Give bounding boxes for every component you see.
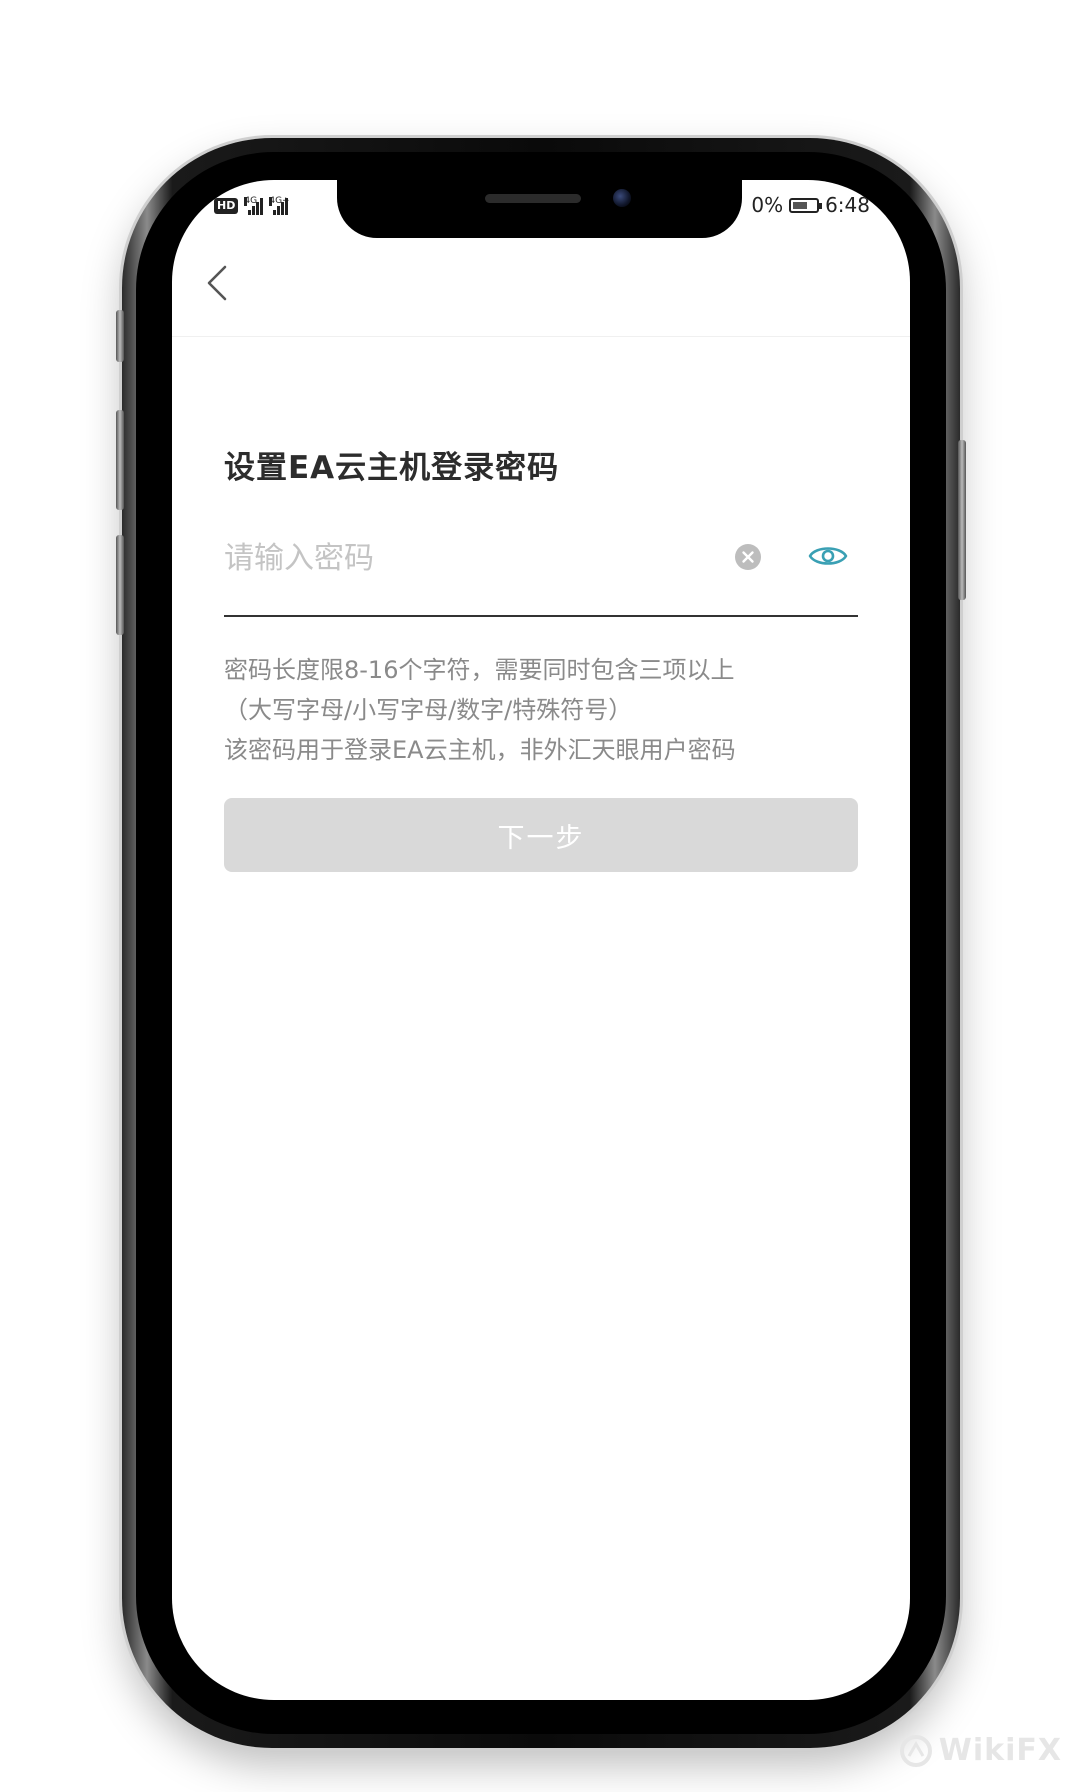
rule-line-length: 密码长度限8-16个字符，需要同时包含三项以上 — [224, 656, 735, 684]
next-step-button[interactable]: 下一步 — [224, 798, 858, 872]
battery-level — [793, 201, 808, 209]
page-title: 设置EA云主机登录密码 — [224, 450, 560, 486]
volume-up-button — [116, 410, 124, 510]
volume-down-button — [116, 535, 124, 635]
wikifx-logo-icon — [899, 1734, 932, 1767]
status-bar-right: 0% 6:48 — [751, 192, 870, 218]
sim1-network-label: 4G — [244, 196, 258, 206]
password-field-row — [224, 515, 858, 617]
nav-bar — [172, 240, 910, 337]
chevron-left-icon — [207, 265, 227, 301]
signal-sim2-icon: 4G+ — [269, 196, 290, 215]
mute-switch — [116, 310, 124, 362]
battery-percent: 0% — [751, 193, 784, 217]
signal-sim1-icon: 4G — [244, 196, 264, 215]
front-camera — [613, 189, 631, 207]
status-time: 6:48 — [825, 193, 870, 217]
toggle-password-visibility-button[interactable] — [808, 541, 848, 571]
watermark-text: WikiFX — [938, 1733, 1062, 1768]
notch — [337, 180, 742, 238]
rule-line-usage: 该密码用于登录EA云主机，非外汇天眼用户密码 — [224, 736, 736, 764]
earpiece-speaker — [485, 194, 581, 203]
hd-badge: HD — [214, 198, 239, 214]
phone-screen: HD 4G 4G+ 0% 6:48 设置EA云主机登录密码 密码长度限8-16个… — [172, 180, 910, 1700]
back-button[interactable] — [192, 258, 242, 308]
watermark: WikiFX — [899, 1733, 1062, 1768]
password-input[interactable] — [224, 533, 704, 583]
power-button — [958, 440, 966, 600]
clear-password-button[interactable] — [734, 543, 762, 571]
battery-icon — [789, 197, 823, 213]
eye-icon — [808, 547, 848, 565]
rule-line-types: （大写字母/小写字母/数字/特殊符号） — [224, 696, 633, 724]
sim2-network-label: 4G+ — [269, 196, 290, 206]
password-rules: 密码长度限8-16个字符，需要同时包含三项以上 （大写字母/小写字母/数字/特殊… — [224, 650, 864, 770]
clear-circle-icon — [735, 544, 761, 570]
stage: HD 4G 4G+ 0% 6:48 设置EA云主机登录密码 密码长度限8-16个… — [0, 0, 1080, 1792]
status-bar-left: HD 4G 4G+ — [214, 194, 290, 218]
